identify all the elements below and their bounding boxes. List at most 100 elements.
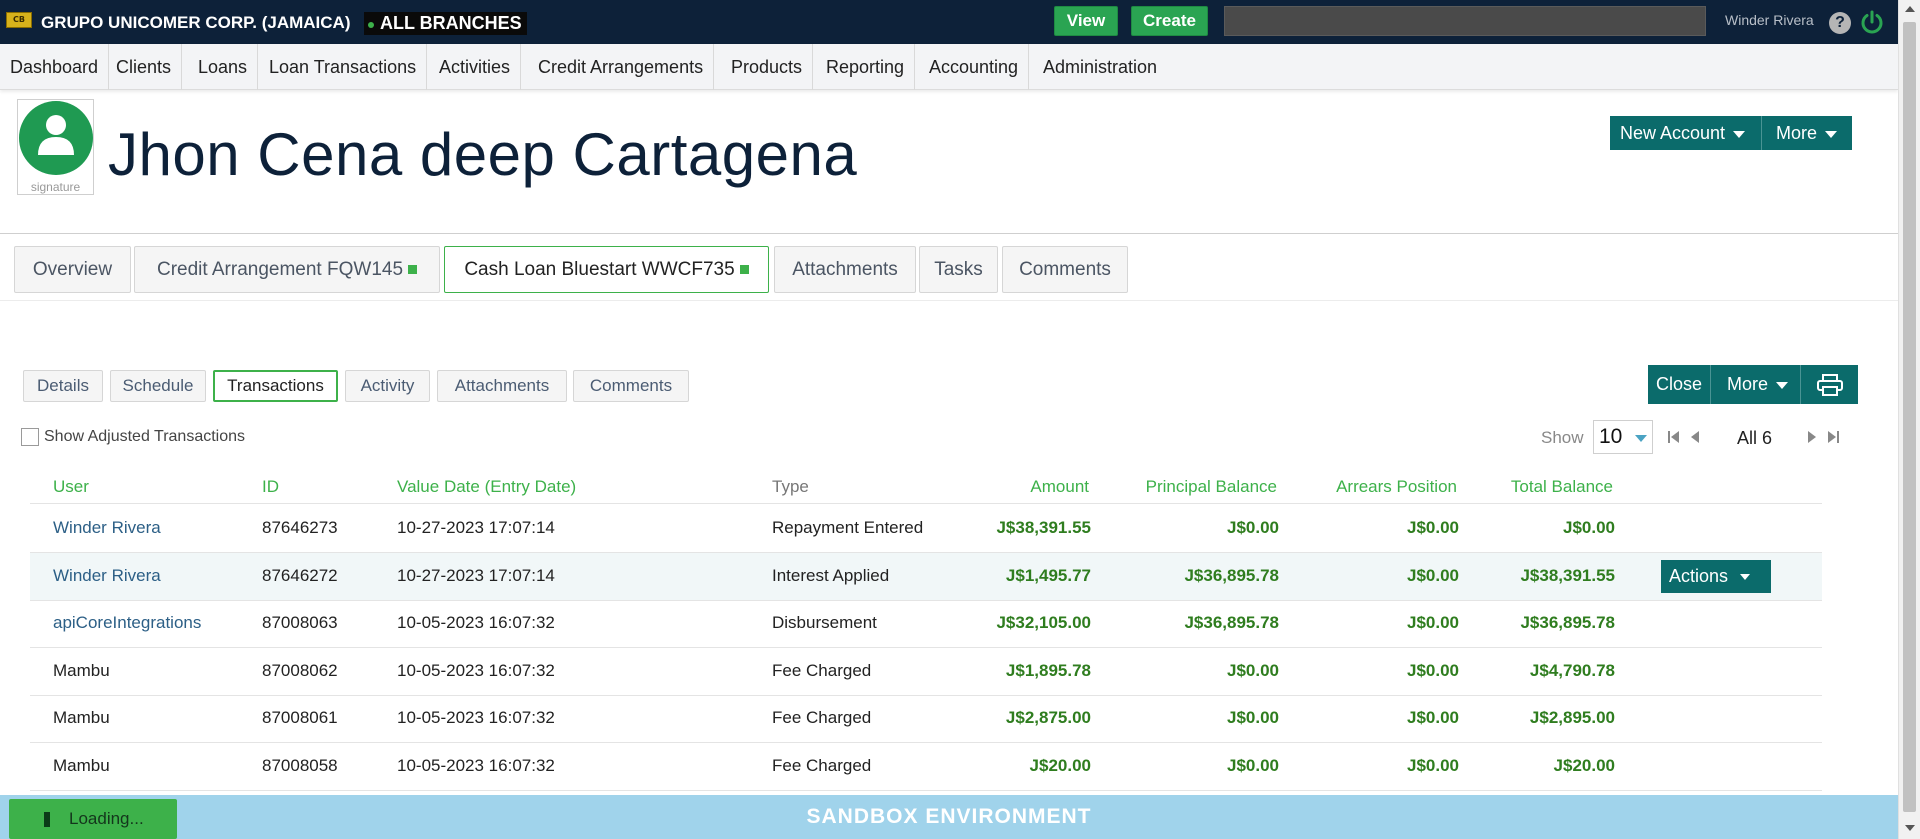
client-avatar[interactable]: signature — [17, 99, 94, 195]
menu-activities[interactable]: Activities — [429, 44, 522, 90]
first-page-icon[interactable] — [1667, 428, 1681, 446]
top-bar: CB GRUPO UNICOMER CORP. (JAMAICA) ALL BR… — [0, 0, 1898, 44]
page-scrollbar[interactable] — [1898, 0, 1920, 839]
menu-administration[interactable]: Administration — [1033, 44, 1167, 90]
cell-principal-balance: J$0.00 — [1227, 755, 1279, 775]
menu-dashboard[interactable]: Dashboard — [0, 44, 110, 90]
create-button[interactable]: Create — [1131, 6, 1208, 36]
next-page-icon[interactable] — [1806, 428, 1818, 446]
cell-user[interactable]: apiCoreIntegrations — [53, 613, 201, 633]
subtab-comments[interactable]: Comments — [573, 370, 689, 402]
column-header-principal-balance[interactable]: Principal Balance — [1146, 477, 1277, 497]
brand-logo[interactable]: CB — [6, 12, 32, 28]
cell-user[interactable]: Winder Rivera — [53, 518, 161, 538]
subtab-activity[interactable]: Activity — [345, 370, 430, 402]
table-row[interactable]: Mambu 87008058 10-05-2023 16:07:32 Fee Char… — [30, 743, 1822, 791]
status-badge — [408, 265, 418, 275]
header-more-label: More — [1776, 123, 1818, 143]
table-row[interactable]: Mambu 87008062 10-05-2023 16:07:32 Fee Char… — [30, 648, 1822, 696]
table-row[interactable]: Mambu 87008061 10-05-2023 16:07:32 Fee Char… — [30, 695, 1822, 743]
menu-clients[interactable]: Clients — [106, 44, 183, 90]
transactions-more-button[interactable]: More — [1711, 365, 1801, 404]
cell-amount: J$20.00 — [1029, 755, 1091, 775]
subtab-details[interactable]: Details — [23, 370, 103, 402]
scroll-down-icon[interactable] — [1905, 825, 1915, 831]
menu-products[interactable]: Products — [721, 44, 814, 90]
row-actions-label: Actions — [1669, 565, 1729, 586]
menu-credit-arrangements[interactable]: Credit Arrangements — [528, 44, 715, 90]
cell-user: Mambu — [53, 660, 110, 680]
column-header-arrears-position[interactable]: Arrears Position — [1336, 477, 1457, 497]
header-more-button[interactable]: More — [1762, 116, 1852, 150]
view-button[interactable]: View — [1054, 6, 1118, 36]
cell-total-balance: J$2,895.00 — [1529, 708, 1615, 727]
cell-total-balance: J$4,790.78 — [1529, 660, 1615, 680]
power-icon[interactable] — [1860, 10, 1884, 34]
table-row[interactable]: Winder Rivera 87646272 10-27-2023 17:07:14… — [30, 552, 1822, 601]
cell-type: Fee Charged — [772, 660, 872, 680]
scroll-thumb[interactable] — [1903, 22, 1916, 812]
tab-attachments[interactable]: Attachments — [774, 246, 916, 293]
cell-arrears-position: J$0.00 — [1407, 565, 1459, 585]
scroll-up-icon[interactable] — [1905, 6, 1915, 12]
cell-arrears-position: J$0.00 — [1407, 518, 1459, 537]
column-header-user[interactable]: User — [53, 477, 89, 497]
new-account-label: New Account — [1620, 123, 1726, 143]
show-label: Show — [1541, 428, 1584, 447]
org-name: GRUPO UNICOMER CORP. (JAMAICA) — [41, 13, 351, 32]
menu-reporting[interactable]: Reporting — [816, 44, 916, 90]
cell-user[interactable]: Winder Rivera — [53, 566, 161, 586]
tab-label: Attachments — [792, 259, 898, 280]
new-account-button[interactable]: New Account — [1610, 116, 1762, 150]
help-icon[interactable]: ? — [1829, 12, 1851, 34]
cell-id: 87008058 — [262, 755, 338, 775]
prev-page-icon[interactable] — [1689, 428, 1701, 446]
menu-loans[interactable]: Loans — [188, 44, 259, 90]
column-header-total-balance[interactable]: Total Balance — [1511, 477, 1613, 497]
tab-tasks[interactable]: Tasks — [919, 246, 998, 293]
table-row[interactable]: Winder Rivera 87646273 10-27-2023 17:07:14… — [30, 505, 1822, 553]
cell-principal-balance: J$36,895.78 — [1184, 565, 1279, 585]
global-search-input[interactable] — [1224, 6, 1706, 36]
page-size-select[interactable]: 10 — [1593, 420, 1653, 454]
column-header-id[interactable]: ID — [262, 477, 279, 497]
cell-id: 87646272 — [262, 565, 338, 585]
cell-total-balance: J$38,391.55 — [1520, 565, 1615, 585]
last-page-icon[interactable] — [1826, 428, 1840, 446]
column-header-amount[interactable]: Amount — [1030, 477, 1089, 497]
cell-principal-balance: J$36,895.78 — [1184, 613, 1279, 632]
menu-loan-transactions[interactable]: Loan Transactions — [259, 44, 428, 90]
current-user[interactable]: Winder Rivera — [1725, 12, 1814, 28]
cell-id: 87008062 — [262, 660, 338, 680]
tab-overview[interactable]: Overview — [14, 246, 131, 293]
avatar-circle — [19, 101, 93, 175]
cell-arrears-position: J$0.00 — [1407, 755, 1459, 775]
tab-comments[interactable]: Comments — [1002, 246, 1128, 293]
column-header-type[interactable]: Type — [772, 477, 809, 497]
branch-selector[interactable]: ALL BRANCHES — [364, 12, 527, 35]
show-adjusted-checkbox[interactable] — [21, 428, 39, 446]
cell-value-date: 10-05-2023 16:07:32 — [397, 660, 555, 680]
tab-cash-loan[interactable]: Cash Loan Bluestart WWCF735 — [444, 246, 769, 293]
cell-principal-balance: J$0.00 — [1227, 660, 1279, 680]
subtab-transactions[interactable]: Transactions — [213, 370, 338, 402]
row-actions-button[interactable]: Actions — [1661, 559, 1771, 593]
cell-type: Fee Charged — [772, 708, 872, 727]
cell-amount: J$2,875.00 — [1005, 708, 1091, 727]
table-row[interactable]: apiCoreIntegrations 87008063 10-05-2023 16… — [30, 600, 1822, 648]
menu-accounting[interactable]: Accounting — [919, 44, 1030, 90]
avatar-caption: signature — [30, 180, 81, 194]
divider — [0, 300, 1898, 301]
subtab-schedule[interactable]: Schedule — [110, 370, 206, 402]
tab-credit-arrangement[interactable]: Credit Arrangement FQW145 — [134, 246, 440, 293]
subtab-attachments[interactable]: Attachments — [437, 370, 567, 402]
cell-arrears-position: J$0.00 — [1407, 708, 1459, 727]
client-name: Jhon Cena deep Cartagena — [108, 121, 858, 188]
transactions-more-label: More — [1727, 374, 1769, 394]
cell-amount: J$1,895.78 — [1005, 660, 1091, 680]
caret-down-icon — [1825, 130, 1838, 138]
sandbox-banner: SANDBOX ENVIRONMENT — [0, 795, 1898, 839]
cell-user: Mambu — [53, 755, 110, 775]
column-header-value-date[interactable]: Value Date (Entry Date) — [397, 477, 576, 497]
close-account-button[interactable]: Close — [1648, 365, 1711, 404]
